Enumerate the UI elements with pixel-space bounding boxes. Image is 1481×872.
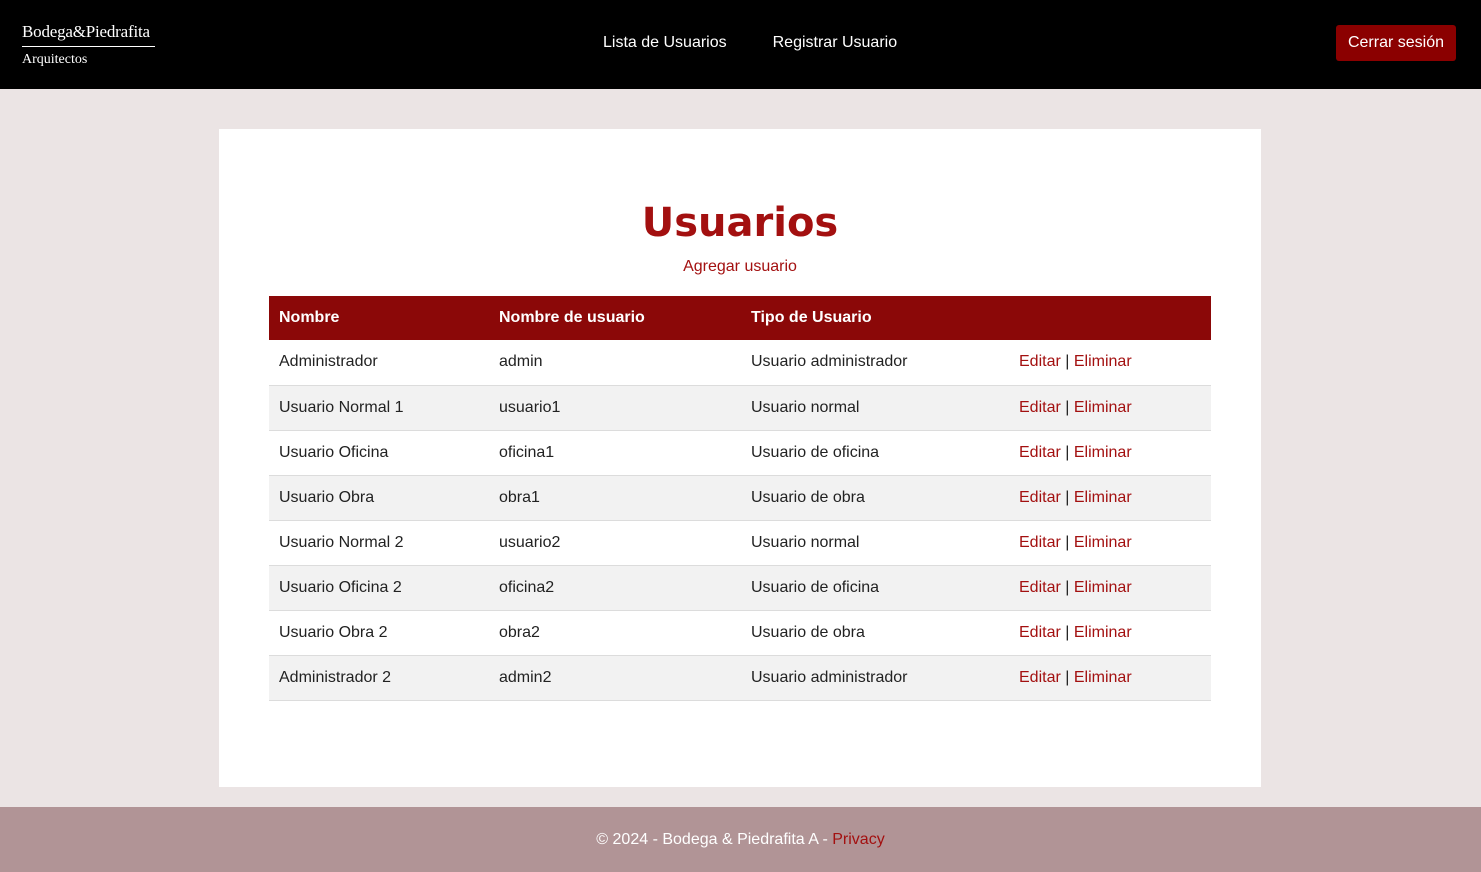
action-separator: | [1065,353,1070,371]
edit-link[interactable]: Editar [1019,669,1061,686]
users-table-body: Administrador admin Usuario administrador E… [269,340,1211,700]
cell-actions: Editar | Eliminar [1009,655,1211,700]
cell-user-type: Usuario normal [751,398,860,416]
cell-user-type: Usuario administrador [751,353,908,371]
delete-link[interactable]: Eliminar [1074,399,1132,416]
delete-link[interactable]: Eliminar [1074,489,1132,506]
logo-main-text: Bodega&Piedrafita [22,22,155,47]
action-separator: | [1065,443,1070,461]
table-row: Usuario Obra 2 obra2 Usuario de obra Editar… [269,610,1211,655]
edit-link[interactable]: Editar [1019,489,1061,506]
table-row: Usuario Obra obra1 Usuario de obra Editar |… [269,475,1211,520]
cell-actions: Editar | Eliminar [1009,430,1211,475]
cell-username: admin2 [499,668,552,686]
action-separator: | [1065,623,1070,641]
users-table: Nombre Nombre de usuario Tipo de Usuario… [269,296,1211,701]
cell-name: Usuario Oficina [279,443,389,461]
cell-username: usuario1 [499,398,561,416]
delete-link[interactable]: Eliminar [1074,353,1132,370]
cell-actions: Editar | Eliminar [1009,385,1211,430]
table-row: Usuario Oficina 2 oficina2 Usuario de ofic… [269,565,1211,610]
cell-user-type: Usuario normal [751,533,860,551]
cell-user-type: Usuario de obra [751,488,865,506]
cell-actions: Editar | Eliminar [1009,340,1211,385]
footer: © 2024 - Bodega & Piedrafita A - Privacy [0,807,1481,872]
column-header-username: Nombre de usuario [499,309,645,326]
top-navbar: Bodega&Piedrafita Arquitectos Lista de U… [0,0,1481,89]
column-header-actions [1009,296,1211,340]
table-row: Administrador admin Usuario administrador E… [269,340,1211,385]
main-nav: Lista de Usuarios Registrar Usuario [603,34,897,52]
cell-actions: Editar | Eliminar [1009,475,1211,520]
cell-user-type: Usuario de oficina [751,443,880,461]
delete-link[interactable]: Eliminar [1074,579,1132,596]
cell-name: Usuario Oficina 2 [279,578,402,596]
delete-link[interactable]: Eliminar [1074,534,1132,551]
cell-actions: Editar | Eliminar [1009,610,1211,655]
cell-username: oficina1 [499,443,555,461]
edit-link[interactable]: Editar [1019,353,1061,370]
action-separator: | [1065,398,1070,416]
nav-link-register-user[interactable]: Registrar Usuario [773,34,897,52]
cell-username: admin [499,353,543,371]
cell-actions: Editar | Eliminar [1009,565,1211,610]
cell-name: Usuario Normal 1 [279,398,404,416]
privacy-link[interactable]: Privacy [832,831,884,848]
logout-button[interactable]: Cerrar sesión [1335,25,1456,61]
edit-link[interactable]: Editar [1019,534,1061,551]
cell-user-type: Usuario de oficina [751,578,880,596]
delete-link[interactable]: Eliminar [1074,444,1132,461]
footer-copyright: © 2024 - Bodega & Piedrafita A - [596,831,833,848]
action-separator: | [1065,578,1070,596]
edit-link[interactable]: Editar [1019,444,1061,461]
action-separator: | [1065,533,1070,551]
cell-username: obra1 [499,488,540,506]
table-header-row: Nombre Nombre de usuario Tipo de Usuario [269,296,1211,340]
brand-logo[interactable]: Bodega&Piedrafita Arquitectos [22,22,155,68]
cell-actions: Editar | Eliminar [1009,520,1211,565]
cell-username: obra2 [499,623,540,641]
users-card: Usuarios Agregar usuario Nombre Nombre d… [219,129,1261,787]
action-separator: | [1065,488,1070,506]
edit-link[interactable]: Editar [1019,624,1061,641]
cell-name: Usuario Obra 2 [279,623,388,641]
delete-link[interactable]: Eliminar [1074,669,1132,686]
cell-user-type: Usuario administrador [751,668,908,686]
add-user-link[interactable]: Agregar usuario [219,258,1261,276]
cell-username: usuario2 [499,533,561,551]
page-title: Usuarios [641,200,839,246]
table-row: Usuario Normal 2 usuario2 Usuario normal Ed… [269,520,1211,565]
cell-user-type: Usuario de obra [751,623,865,641]
cell-name: Administrador 2 [279,668,392,686]
cell-name: Usuario Normal 2 [279,533,404,551]
logo-sub-text: Arquitectos [22,52,88,67]
nav-link-user-list[interactable]: Lista de Usuarios [603,34,727,52]
cell-name: Administrador [279,353,378,371]
column-header-name: Nombre [279,309,340,326]
edit-link[interactable]: Editar [1019,579,1061,596]
action-separator: | [1065,668,1070,686]
table-row: Administrador 2 admin2 Usuario administrad… [269,655,1211,700]
table-row: Usuario Oficina oficina1 Usuario de oficin… [269,430,1211,475]
cell-name: Usuario Obra [279,488,375,506]
column-header-user-type: Tipo de Usuario [751,309,872,326]
edit-link[interactable]: Editar [1019,399,1061,416]
table-row: Usuario Normal 1 usuario1 Usuario normal Ed… [269,385,1211,430]
delete-link[interactable]: Eliminar [1074,624,1132,641]
cell-username: oficina2 [499,578,555,596]
